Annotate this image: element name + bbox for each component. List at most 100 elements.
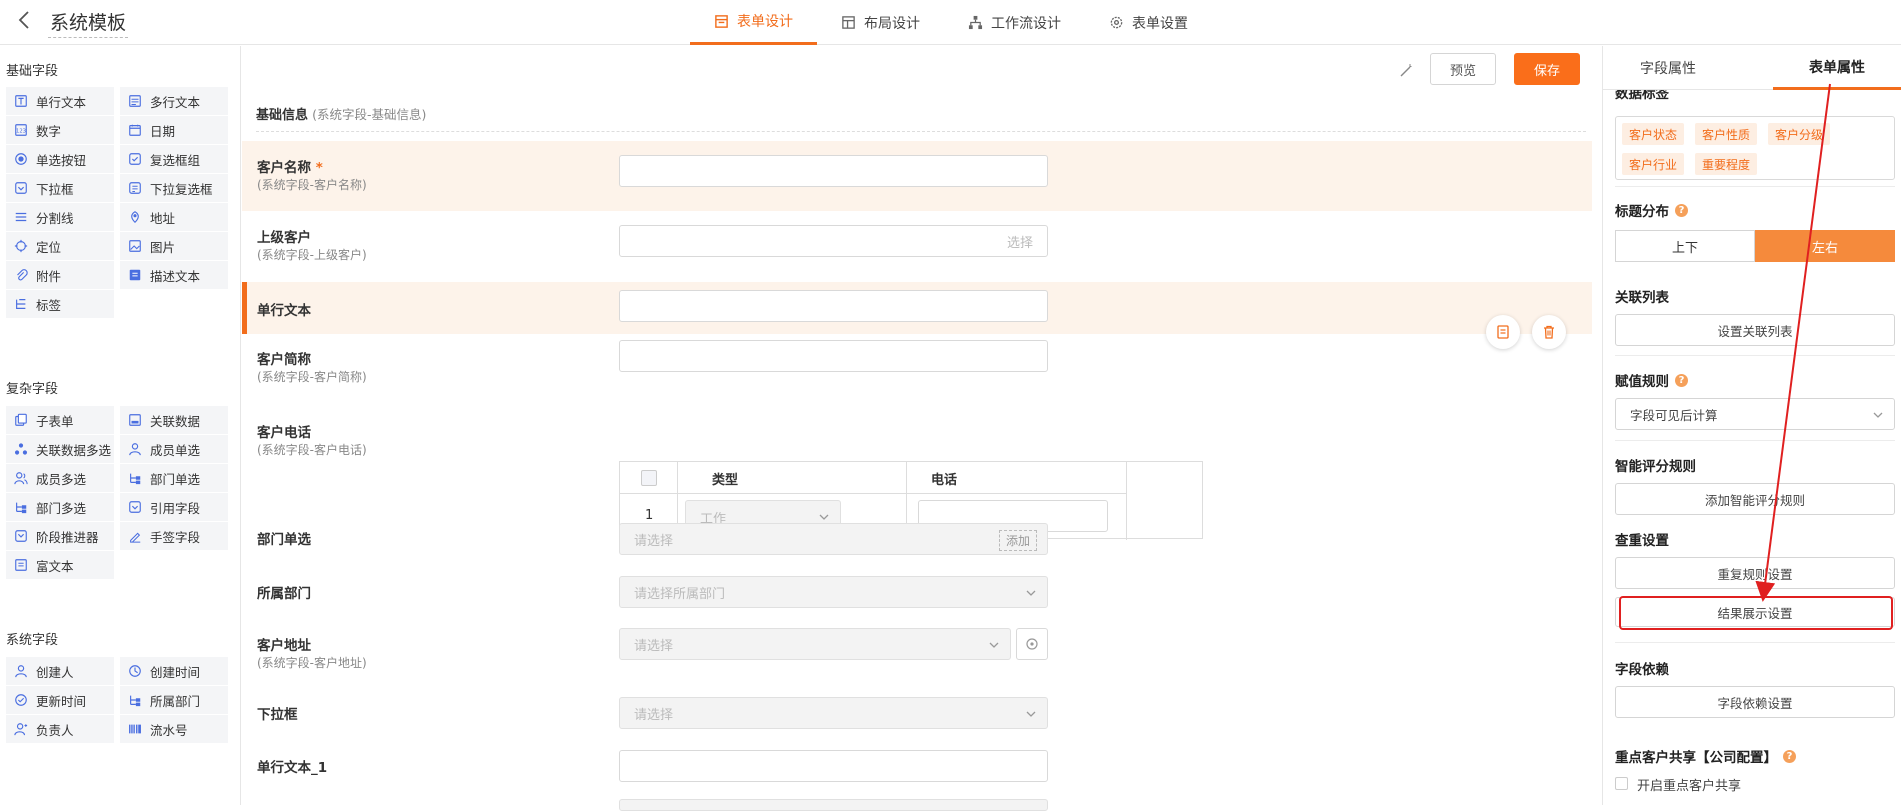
palette-item[interactable]: 创建人	[6, 657, 114, 685]
tab-layout-design[interactable]: 布局设计	[817, 0, 944, 45]
palette-item[interactable]: 分割线	[6, 203, 114, 231]
layout-option-vertical[interactable]: 上下	[1615, 230, 1755, 262]
parent-customer-select[interactable]: 选择	[619, 225, 1048, 257]
dropdown-select[interactable]: 请选择	[619, 697, 1048, 729]
palette-item-label: 手签字段	[150, 529, 201, 545]
palette-item-label: 分割线	[36, 210, 74, 226]
palette-item[interactable]: 附件	[6, 261, 114, 289]
field-row-single-text[interactable]: 单行文本	[242, 282, 1592, 334]
tag[interactable]: 客户状态	[1622, 123, 1685, 145]
duplicate-rule-button[interactable]: 重复规则设置	[1615, 557, 1895, 589]
next-field-input[interactable]	[619, 799, 1048, 811]
location-pin-icon	[131, 211, 139, 224]
palette-item[interactable]: 流水号	[120, 715, 228, 743]
palette-item[interactable]: 成员单选	[120, 435, 228, 463]
layout-option-horizontal[interactable]: 左右	[1755, 230, 1895, 262]
add-smart-score-button[interactable]: 添加智能评分规则	[1615, 483, 1895, 515]
palette-item-label: 图片	[150, 239, 176, 255]
palette-item[interactable]: 负责人	[6, 715, 114, 743]
tab-form-properties[interactable]: 表单属性	[1773, 46, 1901, 90]
short-name-input[interactable]	[619, 340, 1048, 372]
palette-item[interactable]: 图片	[120, 232, 228, 260]
palette-item[interactable]: 关联数据多选	[6, 435, 114, 463]
magic-wand-icon[interactable]	[1398, 63, 1414, 79]
palette-item[interactable]: 更新时间	[6, 686, 114, 714]
address-select[interactable]: 请选择	[619, 628, 1011, 660]
palette-item[interactable]: 单行文本	[6, 87, 114, 115]
column-header-phone: 电话	[931, 473, 958, 488]
palette-item[interactable]: 引用字段	[120, 493, 228, 521]
field-row-customer-name[interactable]: 客户名称 * (系统字段-客户名称)	[242, 141, 1592, 211]
single-text-1-input[interactable]	[619, 750, 1048, 782]
palette-item[interactable]: 单选按钮	[6, 145, 114, 173]
palette-item-label: 多行文本	[150, 94, 201, 110]
column-header-type: 类型	[712, 473, 739, 488]
palette-item-label: 创建时间	[150, 664, 201, 680]
key-share-checkbox[interactable]	[1615, 777, 1628, 790]
back-icon[interactable]	[14, 9, 36, 31]
org-tree-icon	[16, 502, 27, 514]
palette-item[interactable]: 描述文本	[120, 261, 228, 289]
palette-item-label: 关联数据多选	[36, 442, 112, 458]
field-row-parent-customer[interactable]: 上级客户 (系统字段-上级客户) 选择	[242, 211, 1592, 281]
image-icon	[129, 240, 141, 252]
assign-rule-select[interactable]: 字段可见后计算	[1615, 398, 1895, 430]
palette-item[interactable]: 子表单	[6, 406, 114, 434]
palette-item[interactable]: 123 数字	[6, 116, 114, 144]
reference-icon	[129, 501, 141, 513]
dept-single-select[interactable]: 请选择 添加	[619, 523, 1048, 555]
palette-item[interactable]: 定位	[6, 232, 114, 260]
palette-item[interactable]: 下拉框	[6, 174, 114, 202]
field-row-short-name[interactable]: 客户简称 (系统字段-客户简称)	[242, 335, 1592, 401]
customer-name-input[interactable]	[619, 155, 1048, 187]
page-title[interactable]: 系统模板	[48, 8, 129, 38]
palette-item[interactable]: 标签	[6, 290, 114, 318]
refresh-icon	[15, 694, 27, 706]
palette-item[interactable]: 所属部门	[120, 686, 228, 714]
save-button[interactable]: 保存	[1514, 53, 1580, 85]
palette-item[interactable]: 多行文本	[120, 87, 228, 115]
result-display-settings-button[interactable]: 结果展示设置	[1615, 597, 1895, 627]
chevron-down-icon	[1026, 711, 1036, 717]
tag[interactable]: 重要程度	[1695, 153, 1758, 175]
palette-item[interactable]: 创建时间	[120, 657, 228, 685]
palette-item[interactable]: 关联数据	[120, 406, 228, 434]
tag[interactable]: 客户性质	[1695, 123, 1758, 145]
palette-item[interactable]: 部门单选	[120, 464, 228, 492]
palette-item[interactable]: 阶段推进器	[6, 522, 114, 550]
palette-item[interactable]: 日期	[120, 116, 228, 144]
preview-button[interactable]: 预览	[1430, 53, 1496, 85]
data-tags-box[interactable]: 客户状态 客户性质 客户分级 客户行业 重要程度	[1615, 116, 1895, 180]
row-index: 1	[645, 508, 654, 523]
text-icon	[15, 95, 27, 107]
palette-item[interactable]: 下拉复选框	[120, 174, 228, 202]
section-subtitle: (系统字段-基础信息)	[312, 107, 427, 122]
tag[interactable]: 客户行业	[1622, 153, 1685, 175]
palette-item[interactable]: 地址	[120, 203, 228, 231]
multi-dropdown-icon	[129, 182, 141, 194]
palette-item[interactable]: 富文本	[6, 551, 114, 579]
field-dependency-label: 字段依赖	[1615, 662, 1669, 678]
single-text-input[interactable]	[619, 290, 1048, 322]
own-dept-select[interactable]: 请选择所属部门	[619, 576, 1048, 608]
tag[interactable]: 客户分级	[1768, 123, 1831, 145]
tab-form-settings[interactable]: 表单设置	[1085, 0, 1212, 45]
field-label: 上级客户	[257, 230, 311, 246]
palette-item[interactable]: 成员多选	[6, 464, 114, 492]
palette-item[interactable]: 复选框组	[120, 145, 228, 173]
palette-item[interactable]: 手签字段	[120, 522, 228, 550]
crosshair-icon	[14, 239, 28, 253]
layout-icon	[842, 16, 855, 29]
locate-button[interactable]	[1016, 628, 1048, 660]
palette-item[interactable]: 部门多选	[6, 493, 114, 521]
tab-field-properties[interactable]: 字段属性	[1640, 46, 1696, 90]
set-related-list-button[interactable]: 设置关联列表	[1615, 314, 1895, 346]
tab-label: 工作流设计	[991, 15, 1061, 32]
select-all-checkbox[interactable]	[641, 470, 657, 486]
field-label-own-dept: 所属部门	[257, 586, 311, 602]
field-dependency-button[interactable]: 字段依赖设置	[1615, 686, 1895, 718]
tab-workflow-design[interactable]: 工作流设计	[944, 0, 1085, 45]
tab-form-design[interactable]: 表单设计	[690, 0, 817, 45]
section-basic-info: 基础信息 (系统字段-基础信息)	[256, 104, 1586, 132]
add-dept-button[interactable]: 添加	[998, 530, 1037, 551]
